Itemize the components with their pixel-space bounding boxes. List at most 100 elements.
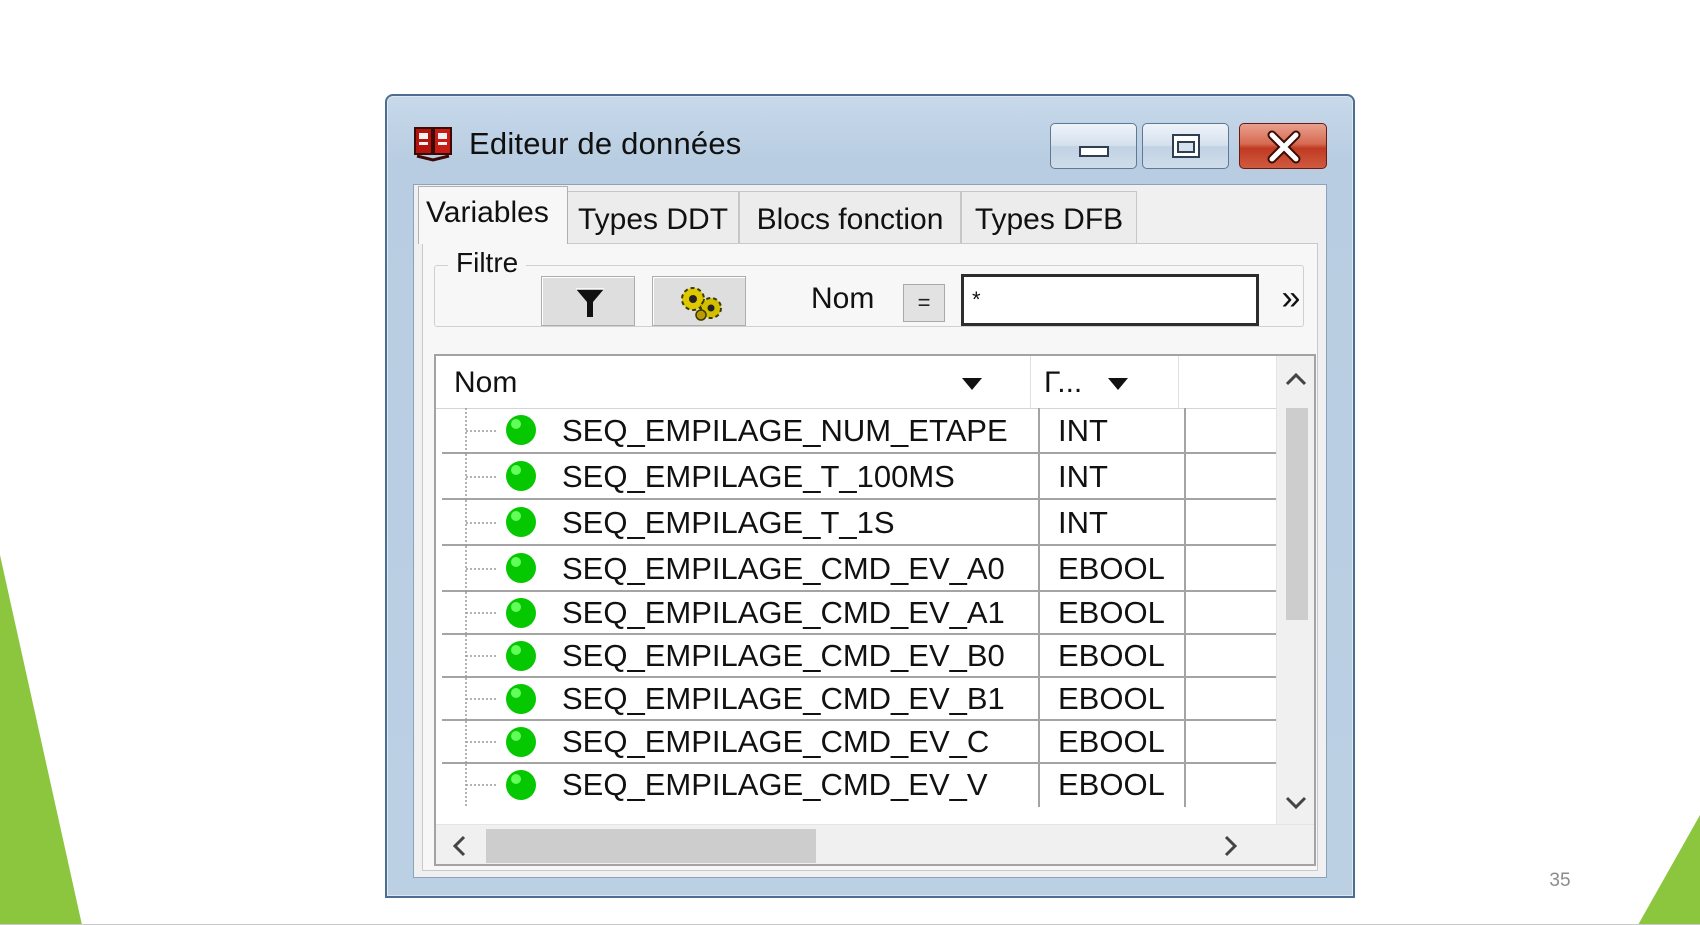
vertical-scroll-thumb[interactable]: [1286, 408, 1308, 620]
variable-type: EBOOL: [1058, 681, 1165, 716]
table-row[interactable]: SEQ_EMPILAGE_CMD_EV_V EBOOL: [442, 764, 1276, 807]
table-row[interactable]: SEQ_EMPILAGE_CMD_EV_B0 EBOOL: [442, 635, 1276, 678]
tree-line: [465, 454, 498, 500]
table-row[interactable]: SEQ_EMPILAGE_T_100MS INT: [442, 454, 1276, 500]
column-separator: [1038, 546, 1040, 592]
maximize-button[interactable]: [1142, 123, 1229, 169]
client-area: Variables Types DDT Blocs fonction Types…: [413, 184, 1327, 878]
variable-type: EBOOL: [1058, 767, 1165, 802]
column-separator: [1184, 721, 1186, 764]
gears-icon: [681, 287, 722, 321]
column-header-type[interactable]: Γ...: [1044, 366, 1082, 400]
column-separator: [1184, 546, 1186, 592]
maximize-icon: [1172, 134, 1200, 158]
window-title: Editeur de données: [469, 126, 742, 161]
table-row[interactable]: SEQ_EMPILAGE_T_1S INT: [442, 500, 1276, 546]
column-separator: [1184, 678, 1186, 721]
tree-line: [465, 546, 498, 592]
table-row[interactable]: SEQ_EMPILAGE_CMD_EV_A1 EBOOL: [442, 592, 1276, 635]
horizontal-scroll-thumb[interactable]: [486, 829, 816, 863]
column-separator: [1184, 500, 1186, 546]
variable-type: INT: [1058, 505, 1108, 540]
variable-type: EBOOL: [1058, 551, 1165, 586]
variable-type: INT: [1058, 459, 1108, 494]
close-button[interactable]: [1239, 123, 1327, 169]
name-filter-label: Nom: [811, 282, 875, 315]
table-row[interactable]: SEQ_EMPILAGE_CMD_EV_C EBOOL: [442, 721, 1276, 764]
horizontal-scrollbar[interactable]: [436, 824, 1314, 864]
variable-name: SEQ_EMPILAGE_CMD_EV_B1: [562, 681, 1005, 716]
list-header: Nom Γ...: [436, 356, 1276, 409]
data-editor-window: Editeur de données Variables Types DDT B…: [385, 94, 1355, 898]
variable-type: EBOOL: [1058, 724, 1165, 759]
chevron-down-icon[interactable]: [1285, 796, 1307, 810]
column-separator: [1184, 454, 1186, 500]
variable-type: INT: [1058, 413, 1108, 448]
variable-name: SEQ_EMPILAGE_CMD_EV_B0: [562, 638, 1005, 673]
column-separator[interactable]: [1030, 356, 1031, 408]
tree-line: [465, 500, 498, 546]
column-separator: [1038, 678, 1040, 721]
green-dot-icon: [506, 461, 536, 491]
tree-line: [465, 678, 498, 721]
operator-button[interactable]: =: [903, 284, 945, 322]
tree-line: [465, 592, 498, 635]
vertical-scrollbar[interactable]: [1276, 356, 1314, 824]
variable-name: SEQ_EMPILAGE_CMD_EV_A1: [562, 595, 1005, 630]
column-separator: [1184, 635, 1186, 678]
slide-page-number: 35: [1549, 870, 1571, 891]
green-dot-icon: [506, 684, 536, 714]
name-filter-input[interactable]: [961, 274, 1259, 326]
tab-types-ddt[interactable]: Types DDT: [567, 191, 739, 243]
variable-name: SEQ_EMPILAGE_T_1S: [562, 505, 895, 540]
variables-panel: Filtre Nom = * » Nom Γ... SEQ_EMPILAGE_N…: [422, 243, 1318, 871]
funnel-icon: [576, 288, 604, 317]
chevron-right-icon[interactable]: [1224, 835, 1238, 857]
expand-filter-button[interactable]: »: [1273, 274, 1309, 324]
column-separator: [1038, 635, 1040, 678]
variable-type: EBOOL: [1058, 595, 1165, 630]
minimize-icon: [1079, 146, 1109, 157]
variable-name: SEQ_EMPILAGE_CMD_EV_V: [562, 767, 988, 802]
column-separator[interactable]: [1178, 356, 1179, 408]
reset-filter-button[interactable]: [652, 276, 746, 326]
column-separator: [1038, 408, 1040, 454]
column-separator: [1184, 408, 1186, 454]
data-editor-icon: [414, 127, 452, 162]
tab-types-dfb[interactable]: Types DFB: [961, 191, 1137, 243]
minimize-button[interactable]: [1050, 123, 1137, 169]
tree-line: [465, 635, 498, 678]
tree-line: [465, 408, 498, 454]
green-dot-icon: [506, 553, 536, 583]
chevron-up-icon[interactable]: [1285, 372, 1307, 386]
green-dot-icon: [506, 507, 536, 537]
green-dot-icon: [506, 727, 536, 757]
apply-filter-button[interactable]: [541, 276, 635, 326]
table-row[interactable]: SEQ_EMPILAGE_CMD_EV_B1 EBOOL: [442, 678, 1276, 721]
green-dot-icon: [506, 641, 536, 671]
table-row[interactable]: SEQ_EMPILAGE_NUM_ETAPE INT: [442, 408, 1276, 454]
tree-line: [465, 764, 498, 807]
variables-list: Nom Γ... SEQ_EMPILAGE_NUM_ETAPE INT SEQ_…: [434, 354, 1316, 866]
variable-name: SEQ_EMPILAGE_CMD_EV_C: [562, 724, 990, 759]
tree-line: [465, 721, 498, 764]
chevron-down-icon[interactable]: [960, 377, 984, 391]
green-dot-icon: [506, 415, 536, 445]
variable-name: SEQ_EMPILAGE_T_100MS: [562, 459, 955, 494]
filter-group: Filtre Nom = * »: [434, 247, 1304, 327]
variable-name: SEQ_EMPILAGE_NUM_ETAPE: [562, 413, 1008, 448]
column-separator: [1184, 764, 1186, 807]
title-bar[interactable]: Editeur de données: [387, 96, 1353, 180]
column-separator: [1038, 454, 1040, 500]
green-dot-icon: [506, 598, 536, 628]
column-separator: [1038, 764, 1040, 807]
variable-name: SEQ_EMPILAGE_CMD_EV_A0: [562, 551, 1005, 586]
table-row[interactable]: SEQ_EMPILAGE_CMD_EV_A0 EBOOL: [442, 546, 1276, 592]
close-icon: [1267, 130, 1301, 164]
tab-variables[interactable]: Variables: [418, 186, 568, 244]
tab-blocs-fonction[interactable]: Blocs fonction: [739, 191, 961, 243]
chevron-down-icon[interactable]: [1106, 377, 1130, 391]
green-dot-icon: [506, 770, 536, 800]
column-header-name[interactable]: Nom: [454, 366, 517, 400]
chevron-left-icon[interactable]: [452, 835, 466, 857]
